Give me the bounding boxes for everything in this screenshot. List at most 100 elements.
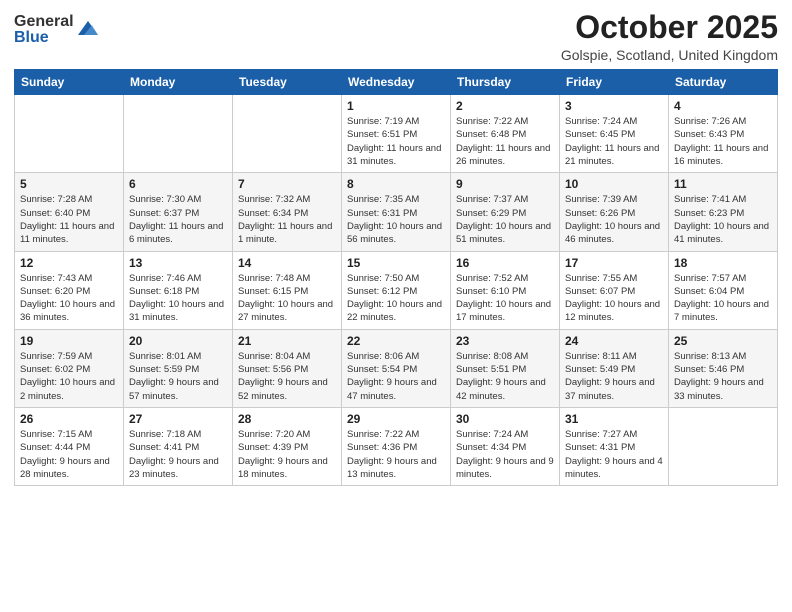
day-info: Sunrise: 7:59 AM Sunset: 6:02 PM Dayligh… <box>20 350 118 403</box>
calendar-cell: 27Sunrise: 7:18 AM Sunset: 4:41 PM Dayli… <box>124 407 233 485</box>
logo-text: General Blue <box>14 14 74 46</box>
day-info: Sunrise: 7:15 AM Sunset: 4:44 PM Dayligh… <box>20 428 118 481</box>
day-number: 13 <box>129 256 227 270</box>
day-info: Sunrise: 7:48 AM Sunset: 6:15 PM Dayligh… <box>238 272 336 325</box>
day-number: 23 <box>456 334 554 348</box>
day-number: 9 <box>456 177 554 191</box>
calendar-cell: 22Sunrise: 8:06 AM Sunset: 5:54 PM Dayli… <box>342 329 451 407</box>
page: General Blue October 2025 Golspie, Scotl… <box>0 0 792 612</box>
calendar-cell: 19 Sunrise: 7:59 AM Sunset: 6:02 PM Dayli… <box>15 329 124 407</box>
calendar-cell: 26 Sunrise: 7:15 AM Sunset: 4:44 PM Dayli… <box>15 407 124 485</box>
day-number: 1 <box>347 99 445 113</box>
logo-blue: Blue <box>14 30 74 46</box>
calendar-cell: 31Sunrise: 7:27 AM Sunset: 4:31 PM Dayli… <box>560 407 669 485</box>
day-info: Sunrise: 7:24 AM Sunset: 4:34 PM Dayligh… <box>456 428 554 481</box>
calendar-cell: 13 Sunrise: 7:46 AM Sunset: 6:18 PM Dayli… <box>124 251 233 329</box>
calendar-cell <box>669 407 778 485</box>
day-number: 30 <box>456 412 554 426</box>
day-number: 22 <box>347 334 445 348</box>
calendar-header-tuesday: Tuesday <box>233 70 342 95</box>
day-number: 26 <box>20 412 118 426</box>
calendar-cell: 21 Sunrise: 8:04 AM Sunset: 5:56 PM Dayli… <box>233 329 342 407</box>
day-info: Sunrise: 8:13 AM Sunset: 5:46 PM Dayligh… <box>674 350 772 403</box>
calendar-cell: 24 Sunrise: 8:11 AM Sunset: 5:49 PM Dayli… <box>560 329 669 407</box>
day-info: Sunrise: 7:41 AM Sunset: 6:23 PM Dayligh… <box>674 193 772 246</box>
day-number: 18 <box>674 256 772 270</box>
day-info: Sunrise: 7:52 AM Sunset: 6:10 PM Dayligh… <box>456 272 554 325</box>
calendar-cell: 25Sunrise: 8:13 AM Sunset: 5:46 PM Dayli… <box>669 329 778 407</box>
day-info: Sunrise: 8:04 AM Sunset: 5:56 PM Dayligh… <box>238 350 336 403</box>
day-info: Sunrise: 7:28 AM Sunset: 6:40 PM Dayligh… <box>20 193 118 246</box>
day-info: Sunrise: 7:22 AM Sunset: 4:36 PM Dayligh… <box>347 428 445 481</box>
day-number: 11 <box>674 177 772 191</box>
day-info: Sunrise: 7:39 AM Sunset: 6:26 PM Dayligh… <box>565 193 663 246</box>
day-number: 5 <box>20 177 118 191</box>
calendar-cell: 15 Sunrise: 7:50 AM Sunset: 6:12 PM Dayli… <box>342 251 451 329</box>
calendar-cell: 12Sunrise: 7:43 AM Sunset: 6:20 PM Dayli… <box>15 251 124 329</box>
day-number: 7 <box>238 177 336 191</box>
calendar-cell: 29 Sunrise: 7:22 AM Sunset: 4:36 PM Dayli… <box>342 407 451 485</box>
day-info: Sunrise: 7:46 AM Sunset: 6:18 PM Dayligh… <box>129 272 227 325</box>
location: Golspie, Scotland, United Kingdom <box>561 47 778 63</box>
day-number: 19 <box>20 334 118 348</box>
day-info: Sunrise: 8:11 AM Sunset: 5:49 PM Dayligh… <box>565 350 663 403</box>
calendar-cell: 10 Sunrise: 7:39 AM Sunset: 6:26 PM Dayli… <box>560 173 669 251</box>
day-info: Sunrise: 7:37 AM Sunset: 6:29 PM Dayligh… <box>456 193 554 246</box>
calendar-cell <box>124 95 233 173</box>
day-info: Sunrise: 8:01 AM Sunset: 5:59 PM Dayligh… <box>129 350 227 403</box>
calendar-cell: 18 Sunrise: 7:57 AM Sunset: 6:04 PM Dayli… <box>669 251 778 329</box>
day-info: Sunrise: 7:50 AM Sunset: 6:12 PM Dayligh… <box>347 272 445 325</box>
calendar-cell: 1 Sunrise: 7:19 AM Sunset: 6:51 PM Daylig… <box>342 95 451 173</box>
calendar-cell: 5 Sunrise: 7:28 AM Sunset: 6:40 PM Daylig… <box>15 173 124 251</box>
title-block: October 2025 Golspie, Scotland, United K… <box>561 10 778 63</box>
header: General Blue October 2025 Golspie, Scotl… <box>14 10 778 63</box>
calendar-header-monday: Monday <box>124 70 233 95</box>
day-number: 27 <box>129 412 227 426</box>
day-info: Sunrise: 7:30 AM Sunset: 6:37 PM Dayligh… <box>129 193 227 246</box>
calendar-header-sunday: Sunday <box>15 70 124 95</box>
day-info: Sunrise: 7:43 AM Sunset: 6:20 PM Dayligh… <box>20 272 118 325</box>
day-number: 28 <box>238 412 336 426</box>
day-number: 29 <box>347 412 445 426</box>
day-number: 24 <box>565 334 663 348</box>
day-number: 2 <box>456 99 554 113</box>
calendar-cell: 11 Sunrise: 7:41 AM Sunset: 6:23 PM Dayli… <box>669 173 778 251</box>
logo-general: General <box>14 14 74 30</box>
day-number: 14 <box>238 256 336 270</box>
day-info: Sunrise: 7:57 AM Sunset: 6:04 PM Dayligh… <box>674 272 772 325</box>
day-info: Sunrise: 7:20 AM Sunset: 4:39 PM Dayligh… <box>238 428 336 481</box>
day-info: Sunrise: 7:27 AM Sunset: 4:31 PM Dayligh… <box>565 428 663 481</box>
day-number: 4 <box>674 99 772 113</box>
calendar-cell: 17Sunrise: 7:55 AM Sunset: 6:07 PM Dayli… <box>560 251 669 329</box>
calendar-cell: 20 Sunrise: 8:01 AM Sunset: 5:59 PM Dayli… <box>124 329 233 407</box>
calendar-cell: 7Sunrise: 7:32 AM Sunset: 6:34 PM Daylig… <box>233 173 342 251</box>
calendar-week-row: 12Sunrise: 7:43 AM Sunset: 6:20 PM Dayli… <box>15 251 778 329</box>
logo: General Blue <box>14 14 98 46</box>
day-info: Sunrise: 7:24 AM Sunset: 6:45 PM Dayligh… <box>565 115 663 168</box>
day-number: 21 <box>238 334 336 348</box>
day-number: 6 <box>129 177 227 191</box>
calendar-cell: 14 Sunrise: 7:48 AM Sunset: 6:15 PM Dayli… <box>233 251 342 329</box>
calendar-header-friday: Friday <box>560 70 669 95</box>
calendar-cell: 9 Sunrise: 7:37 AM Sunset: 6:29 PM Daylig… <box>451 173 560 251</box>
calendar-cell: 23 Sunrise: 8:08 AM Sunset: 5:51 PM Dayli… <box>451 329 560 407</box>
logo-icon <box>76 17 98 39</box>
day-info: Sunrise: 7:19 AM Sunset: 6:51 PM Dayligh… <box>347 115 445 168</box>
calendar-cell <box>15 95 124 173</box>
day-number: 15 <box>347 256 445 270</box>
day-number: 3 <box>565 99 663 113</box>
calendar-header-wednesday: Wednesday <box>342 70 451 95</box>
day-number: 8 <box>347 177 445 191</box>
calendar-cell: 28 Sunrise: 7:20 AM Sunset: 4:39 PM Dayli… <box>233 407 342 485</box>
calendar-cell: 8Sunrise: 7:35 AM Sunset: 6:31 PM Daylig… <box>342 173 451 251</box>
day-info: Sunrise: 7:55 AM Sunset: 6:07 PM Dayligh… <box>565 272 663 325</box>
day-number: 20 <box>129 334 227 348</box>
calendar-cell <box>233 95 342 173</box>
day-number: 16 <box>456 256 554 270</box>
month-title: October 2025 <box>561 10 778 45</box>
day-info: Sunrise: 8:08 AM Sunset: 5:51 PM Dayligh… <box>456 350 554 403</box>
day-info: Sunrise: 7:22 AM Sunset: 6:48 PM Dayligh… <box>456 115 554 168</box>
calendar: SundayMondayTuesdayWednesdayThursdayFrid… <box>14 69 778 486</box>
calendar-cell: 30 Sunrise: 7:24 AM Sunset: 4:34 PM Dayli… <box>451 407 560 485</box>
day-number: 10 <box>565 177 663 191</box>
